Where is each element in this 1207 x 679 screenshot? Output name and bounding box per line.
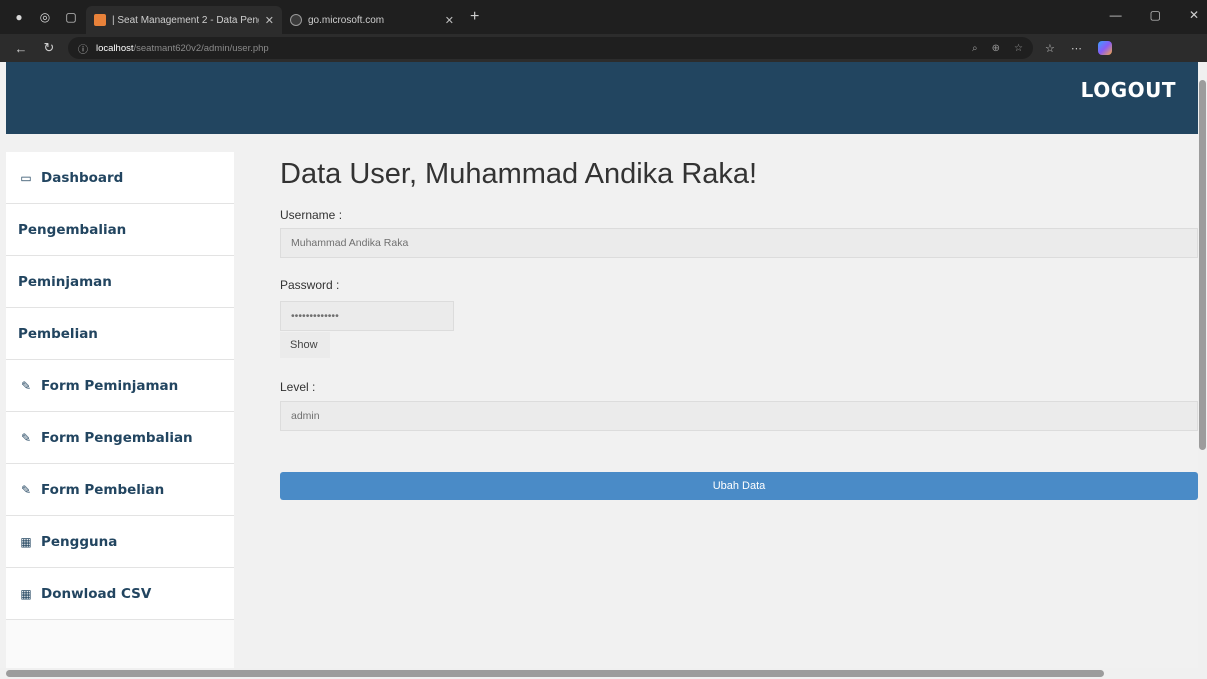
browser-tab[interactable]: go.microsoft.com ✕ — [282, 6, 462, 34]
site-favicon-icon — [94, 14, 106, 26]
url-path: /seatmant620v2/admin/user.php — [133, 42, 269, 54]
microsoft-favicon-icon — [290, 14, 302, 26]
sidebar-item-dashboard[interactable]: ▭ Dashboard — [6, 152, 234, 204]
url-field[interactable]: ⓘ localhost /seatmant620v2/admin/user.ph… — [68, 37, 1033, 59]
username-field[interactable]: Muhammad Andika Raka — [280, 228, 1198, 258]
main-content: Data User, Muhammad Andika Raka! Usernam… — [234, 134, 1198, 668]
tab-title: | Seat Management 2 - Data Peng — [112, 14, 259, 26]
sidebar-item-peminjaman[interactable]: Peminjaman — [6, 256, 234, 308]
sidebar-item-label: Peminjaman — [18, 273, 112, 290]
browser-address-bar: ← ↻ ⓘ localhost /seatmant620v2/admin/use… — [0, 34, 1207, 62]
sidebar-item-label: Pembelian — [18, 325, 98, 342]
zoom-icon[interactable]: ⊕ — [992, 43, 1000, 54]
monitor-icon: ▭ — [20, 170, 32, 185]
vertical-scrollbar[interactable] — [1198, 62, 1207, 668]
ubah-data-button[interactable]: Ubah Data — [280, 472, 1198, 500]
favorites-icon[interactable]: ☆ — [1045, 42, 1055, 55]
username-label: Username : — [280, 208, 343, 222]
sidebar-item-label: Form Pembelian — [41, 481, 165, 498]
password-field[interactable]: ••••••••••••• — [280, 301, 454, 331]
info-icon[interactable]: ⓘ — [78, 41, 88, 56]
edit-icon: ✎ — [20, 482, 32, 497]
search-icon[interactable]: ⌕ — [972, 43, 978, 54]
close-tab-icon[interactable]: ✕ — [265, 14, 274, 27]
close-window-icon[interactable]: ✕ — [1189, 8, 1199, 22]
window-controls: — ▢ ✕ — [1110, 8, 1199, 22]
table-icon: ▦ — [20, 586, 32, 601]
password-label: Password : — [280, 278, 340, 292]
horizontal-scroll-thumb[interactable] — [6, 670, 1104, 677]
url-host: localhost — [96, 42, 134, 54]
sidebar-item-pengguna[interactable]: ▦ Pengguna — [6, 516, 234, 568]
table-icon: ▦ — [20, 534, 32, 549]
workspaces-icon[interactable]: ◎ — [38, 10, 52, 24]
sidebar-item-label: Dashboard — [41, 169, 124, 186]
sidebar-spacer — [6, 134, 234, 152]
browser-tab-bar: ● ◎ ▢ | Seat Management 2 - Data Peng ✕ … — [0, 0, 1207, 34]
sidebar-item-form-pengembalian[interactable]: ✎ Form Pengembalian — [6, 412, 234, 464]
show-password-button[interactable]: Show — [280, 332, 330, 358]
sidebar-item-form-pembelian[interactable]: ✎ Form Pembelian — [6, 464, 234, 516]
sidebar-item-label: Form Pengembalian — [41, 429, 193, 446]
sidebar-item-label: Donwload CSV — [41, 585, 152, 602]
refresh-icon[interactable]: ↻ — [42, 40, 56, 56]
sidebar-item-pembelian[interactable]: Pembelian — [6, 308, 234, 360]
minimize-icon[interactable]: — — [1110, 8, 1122, 22]
sidebar-item-label: Pengguna — [41, 533, 118, 550]
sidebar-item-form-peminjaman[interactable]: ✎ Form Peminjaman — [6, 360, 234, 412]
vertical-scroll-thumb[interactable] — [1199, 80, 1206, 450]
copilot-icon[interactable] — [1097, 41, 1112, 55]
tab-actions-icon[interactable]: ▢ — [64, 10, 78, 24]
edit-icon: ✎ — [20, 430, 32, 445]
browser-tab-active[interactable]: | Seat Management 2 - Data Peng ✕ — [86, 6, 282, 34]
new-tab-icon[interactable]: + — [470, 8, 479, 26]
page-header: LOGOUT — [6, 62, 1198, 134]
edit-icon: ✎ — [20, 378, 32, 393]
profile-icon[interactable]: ● — [12, 10, 26, 24]
sidebar-item-label: Form Peminjaman — [41, 377, 179, 394]
favorite-star-icon[interactable]: ☆ — [1014, 43, 1023, 54]
logout-button[interactable]: LOGOUT — [1081, 78, 1176, 102]
more-menu-icon[interactable]: ⋯ — [1071, 42, 1082, 55]
close-tab-icon[interactable]: ✕ — [445, 14, 454, 27]
level-field[interactable]: admin — [280, 401, 1198, 431]
sidebar: ▭ Dashboard Pengembalian Peminjaman Pemb… — [6, 134, 234, 668]
maximize-icon[interactable]: ▢ — [1150, 8, 1161, 22]
tab-title: go.microsoft.com — [308, 14, 385, 26]
horizontal-scrollbar[interactable] — [0, 668, 1207, 679]
back-icon[interactable]: ← — [14, 41, 28, 56]
page-title: Data User, Muhammad Andika Raka! — [280, 158, 758, 190]
sidebar-item-download-csv[interactable]: ▦ Donwload CSV — [6, 568, 234, 620]
level-label: Level : — [280, 380, 316, 394]
sidebar-item-pengembalian[interactable]: Pengembalian — [6, 204, 234, 256]
sidebar-item-label: Pengembalian — [18, 221, 127, 238]
